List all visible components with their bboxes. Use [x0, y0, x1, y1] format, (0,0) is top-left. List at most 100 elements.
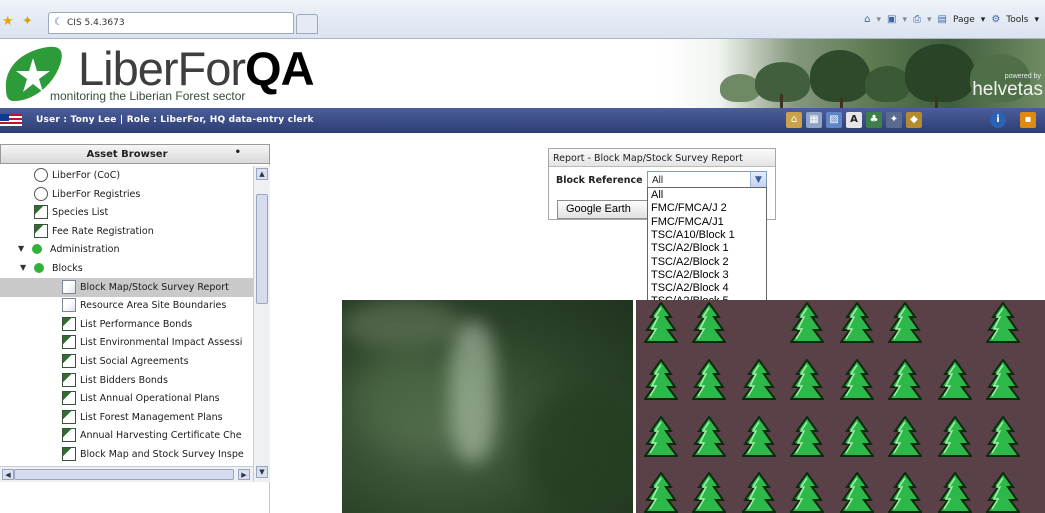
asset-tree-item[interactable]: Species List	[0, 203, 253, 222]
tree-marker-icon	[938, 359, 972, 400]
list-icon	[62, 372, 76, 387]
tree-marker-icon	[888, 416, 922, 457]
liberia-flag-icon	[0, 114, 22, 126]
block-reference-label: Block Reference	[556, 175, 643, 186]
scroll-up-icon[interactable]: ▲	[256, 168, 268, 180]
coc-icon	[34, 186, 48, 201]
chevron-down-icon[interactable]: ▼	[750, 172, 766, 188]
scroll-thumb[interactable]	[256, 194, 268, 304]
asset-tree-item-label: Administration	[50, 244, 120, 256]
add-favorite-icon[interactable]: ✦	[22, 14, 33, 29]
tree-marker-icon	[790, 416, 824, 457]
tree-marker-icon	[888, 472, 922, 513]
dropdown-option[interactable]: FMC/FMCA/J1	[651, 216, 724, 229]
scroll-left-icon[interactable]: ◀	[2, 469, 14, 480]
tree-marker-icon	[938, 472, 972, 513]
logout-icon[interactable]: ▪	[1020, 112, 1036, 128]
asset-tree-item[interactable]: LiberFor Registries	[0, 185, 253, 204]
dropdown-option[interactable]: FMC/FMCA/J 2	[651, 202, 727, 215]
hscroll-thumb[interactable]	[14, 469, 234, 480]
scroll-right-icon[interactable]: ▶	[238, 469, 250, 480]
page-menu[interactable]: Page	[953, 15, 975, 25]
home-icon[interactable]: ⌂	[864, 14, 870, 25]
asset-tree-item[interactable]: List Social Agreements	[0, 352, 253, 371]
folder-dot-icon	[34, 263, 44, 273]
browser-tab-title: CIS 5.4.3673	[67, 18, 125, 28]
partner-logo: helvetas	[972, 79, 1043, 100]
dropdown-option[interactable]: TSC/A10/Block 1	[651, 229, 735, 242]
asset-tree-item[interactable]: List Bidders Bonds	[0, 371, 253, 390]
tree-marker-icon	[790, 359, 824, 400]
doc-icon	[62, 298, 76, 313]
asset-tree-item[interactable]: List Forest Management Plans	[0, 408, 253, 427]
pin-icon[interactable]: ✦	[886, 112, 902, 128]
list-icon	[62, 447, 76, 461]
asset-tree-item[interactable]: ▼ Blocks	[0, 259, 253, 278]
collapse-icon[interactable]: •	[235, 147, 241, 158]
tree-marker-icon	[790, 302, 824, 343]
tree-marker-icon	[790, 472, 824, 513]
report-title: Report - Block Map/Stock Survey Report	[549, 149, 775, 167]
expand-caret-icon[interactable]: ▼	[20, 263, 26, 272]
info-icon[interactable]: i	[990, 112, 1006, 128]
tree-marker-icon	[888, 302, 922, 343]
vertical-scrollbar[interactable]: ▲ ▼	[253, 166, 270, 482]
feeds-icon[interactable]: ▣	[887, 14, 896, 25]
google-earth-button[interactable]: Google Earth	[557, 200, 657, 219]
grid-icon[interactable]: ▦	[806, 112, 822, 128]
expand-caret-icon[interactable]: ▼	[18, 244, 24, 253]
tree-marker-icon	[644, 472, 678, 513]
favorites-star-icon[interactable]: ★	[2, 14, 14, 29]
block-reference-dropdown[interactable]: All FMC/FMCA/J 2 FMC/FMCA/J1 TSC/A10/Block …	[647, 187, 767, 303]
horizontal-scrollbar[interactable]: ◀ ▶	[0, 466, 253, 482]
brand-title: LiberForQA	[78, 41, 315, 96]
asset-tree-item-label: Resource Area Site Boundaries	[80, 300, 227, 312]
browser-tab[interactable]: ☾ CIS 5.4.3673	[48, 12, 294, 34]
tools-menu[interactable]: Tools	[1006, 15, 1028, 25]
dropdown-option[interactable]: TSC/A2/Block 3	[651, 269, 729, 282]
export-icon[interactable]: ◆	[906, 112, 922, 128]
block-reference-value: All	[652, 175, 664, 186]
list-icon	[62, 409, 76, 424]
asset-tree-item[interactable]: Fee Rate Registration	[0, 222, 253, 241]
dropdown-option[interactable]: All	[651, 189, 663, 202]
user-role-text: User : Tony Lee | Role : LiberFor, HQ da…	[36, 115, 314, 125]
browser-toolbar: ★ ✦ ☾ CIS 5.4.3673 ⌂ ▾ ▣ ▾ ⎙ ▾ ▤ Page ▾ ⚙ To…	[0, 0, 1045, 39]
list-icon	[62, 391, 76, 406]
list-icon	[62, 428, 76, 443]
tree-marker-icon	[986, 359, 1020, 400]
map-icon[interactable]: ▨	[826, 112, 842, 128]
tree-marker-icon	[692, 472, 726, 513]
text-icon[interactable]: A	[846, 112, 862, 128]
tree-icon[interactable]: ♣	[866, 112, 882, 128]
asset-tree-item[interactable]: LiberFor (CoC)	[0, 166, 253, 185]
asset-tree-item[interactable]: List Annual Operational Plans	[0, 389, 253, 408]
asset-tree-item-label: Species List	[52, 207, 109, 219]
new-tab-button[interactable]	[296, 14, 318, 34]
dropdown-option[interactable]: TSC/A2/Block 1	[651, 242, 729, 255]
dropdown-option[interactable]: TSC/A2/Block 4	[651, 282, 729, 295]
asset-tree-item[interactable]: List Environmental Impact Assessi	[0, 333, 253, 352]
asset-tree-item[interactable]: Annual Harvesting Certificate Che	[0, 426, 253, 445]
scroll-down-icon[interactable]: ▼	[256, 466, 268, 478]
home-icon[interactable]: ⌂	[786, 112, 802, 128]
page-icon: ▤	[937, 14, 947, 25]
asset-tree-item-label: List Environmental Impact Assessi	[80, 337, 243, 349]
asset-tree-item-label: Fee Rate Registration	[52, 225, 154, 237]
doc-icon	[62, 279, 76, 294]
asset-tree-item[interactable]: Block Map/Stock Survey Report	[0, 277, 253, 297]
asset-tree-item-label: List Social Agreements	[80, 356, 189, 367]
tree-marker-icon	[742, 416, 776, 457]
print-icon[interactable]: ⎙	[913, 14, 921, 25]
tree-marker-icon	[986, 472, 1020, 513]
asset-tree-item[interactable]: Resource Area Site Boundaries	[0, 296, 253, 315]
list-icon	[62, 354, 76, 368]
tree-marker-icon	[840, 416, 874, 457]
page-loading-icon: ☾	[54, 17, 63, 28]
asset-tree-item[interactable]: List Performance Bonds	[0, 315, 253, 334]
asset-tree-item[interactable]: Block Map and Stock Survey Inspe	[0, 445, 253, 464]
dropdown-option[interactable]: TSC/A2/Block 2	[651, 256, 729, 269]
asset-tree-item-label: Blocks	[52, 263, 83, 274]
tools-gear-icon: ⚙	[991, 14, 1001, 25]
asset-tree-item[interactable]: ▼ Administration	[0, 240, 253, 259]
